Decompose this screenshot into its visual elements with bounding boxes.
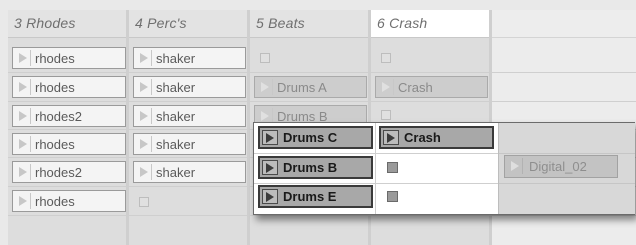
clip-slot[interactable]: shaker (133, 133, 246, 155)
clip-label: Drums C (283, 130, 338, 145)
play-icon[interactable] (15, 136, 31, 152)
play-icon[interactable] (15, 193, 31, 209)
play-icon[interactable] (15, 79, 31, 95)
clip-label: rhodes (35, 194, 75, 209)
play-icon[interactable] (15, 164, 31, 180)
play-icon[interactable] (15, 50, 31, 66)
track-title: 5 Beats (256, 15, 305, 31)
clip-slot[interactable]: rhodes2 (12, 105, 126, 127)
clip-label: Crash (398, 80, 433, 95)
stop-button-icon[interactable] (381, 110, 391, 120)
clip-slot[interactable]: rhodes (12, 190, 126, 212)
play-icon[interactable] (136, 50, 152, 66)
play-icon[interactable] (262, 189, 278, 204)
clip-label: rhodes2 (35, 165, 82, 180)
clip-slot[interactable]: rhodes (12, 47, 126, 69)
play-icon[interactable] (507, 158, 523, 174)
play-icon[interactable] (136, 164, 152, 180)
stop-button-icon[interactable] (387, 191, 398, 202)
play-icon[interactable] (136, 136, 152, 152)
track-header[interactable]: 3 Rhodes (8, 10, 126, 38)
clip-label: shaker (156, 109, 196, 124)
clip-label: shaker (156, 51, 196, 66)
clip-label: rhodes2 (35, 109, 82, 124)
drag-selection-preview[interactable]: Drums C Crash Drums B Digital_02 Drums E (253, 122, 635, 215)
clip-slot[interactable]: Crash (375, 76, 488, 98)
play-icon[interactable] (257, 79, 273, 95)
play-icon[interactable] (262, 130, 278, 145)
clip-label: shaker (156, 165, 196, 180)
stop-button-icon[interactable] (387, 162, 398, 173)
play-icon[interactable] (262, 160, 278, 175)
empty-header (492, 10, 636, 38)
track-header[interactable]: 4 Perc's (129, 10, 247, 38)
stop-button-icon[interactable] (381, 53, 391, 63)
track-column-percs: 4 Perc's shaker shaker shaker shaker sha… (129, 10, 247, 245)
clip-slot[interactable]: Crash (379, 126, 494, 149)
play-icon[interactable] (383, 130, 399, 145)
clip-label: Digital_02 (529, 159, 587, 174)
clip-label: Drums E (283, 189, 337, 204)
clip-slot[interactable]: shaker (133, 161, 246, 183)
clip-slot[interactable]: rhodes (12, 76, 126, 98)
clip-slot[interactable]: Drums E (258, 185, 373, 208)
clip-slot[interactable]: shaker (133, 76, 246, 98)
clip-slot[interactable]: shaker (133, 47, 246, 69)
play-icon[interactable] (136, 108, 152, 124)
play-icon[interactable] (378, 79, 394, 95)
track-title: 6 Crash (377, 15, 428, 31)
play-icon[interactable] (136, 79, 152, 95)
track-header[interactable]: 6 Crash (371, 10, 489, 38)
clip-label: shaker (156, 80, 196, 95)
track-title: 3 Rhodes (14, 15, 76, 31)
clip-label: Drums B (283, 160, 338, 175)
stop-button-icon[interactable] (260, 53, 270, 63)
clip-label: Crash (404, 130, 441, 145)
track-header[interactable]: 5 Beats (250, 10, 368, 38)
clip-slot[interactable]: Drums A (254, 76, 367, 98)
clip-slot[interactable]: Digital_02 (504, 155, 618, 178)
clip-label: rhodes (35, 51, 75, 66)
clip-slot[interactable]: Drums C (258, 126, 373, 149)
clip-label: Drums A (277, 80, 327, 95)
track-column-rhodes: 3 Rhodes rhodes rhodes rhodes2 rhodes rh… (8, 10, 126, 245)
clip-slot[interactable]: shaker (133, 105, 246, 127)
stop-button-icon[interactable] (139, 197, 149, 207)
clip-slot[interactable]: rhodes2 (12, 161, 126, 183)
play-icon[interactable] (15, 108, 31, 124)
clip-label: rhodes (35, 137, 75, 152)
clip-label: shaker (156, 137, 196, 152)
clip-slot[interactable]: Drums B (258, 156, 373, 179)
track-title: 4 Perc's (135, 15, 187, 31)
clip-slot[interactable]: rhodes (12, 133, 126, 155)
clip-label: rhodes (35, 80, 75, 95)
